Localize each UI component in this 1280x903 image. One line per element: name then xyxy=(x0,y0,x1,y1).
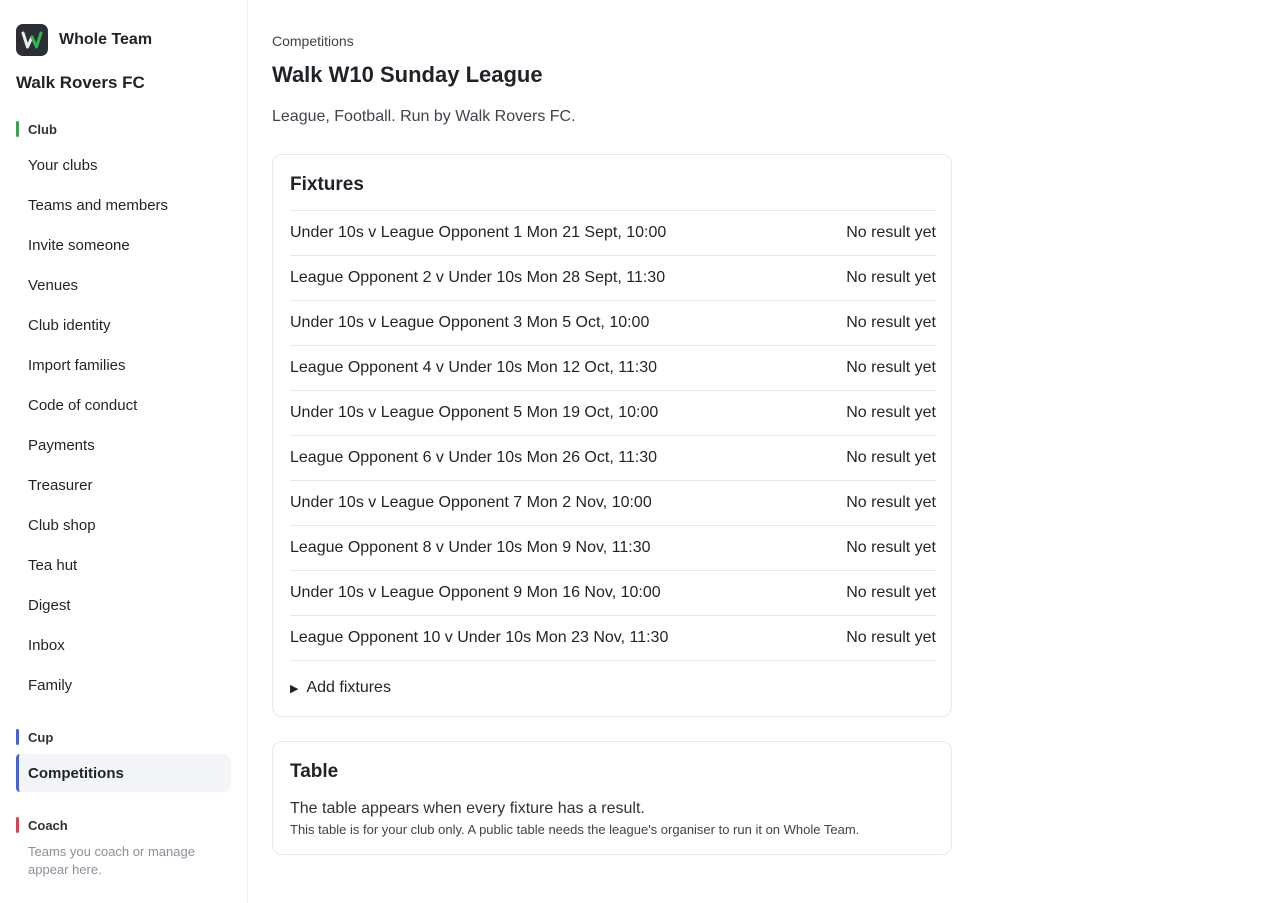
fixtures-heading: Fixtures xyxy=(290,174,364,195)
sidebar-item-competitions[interactable]: Competitions xyxy=(16,754,231,792)
sidebar-item-your-clubs[interactable]: Your clubs xyxy=(16,145,231,185)
sidebar-item-digest[interactable]: Digest xyxy=(16,585,231,625)
fixture-status: No result yet xyxy=(846,494,936,511)
fixture-status: No result yet xyxy=(846,269,936,286)
fixture-row: Under 10s v League Opponent 9 Mon 16 Nov… xyxy=(290,571,936,616)
club-name: Walk Rovers FC xyxy=(16,73,145,92)
sidebar-item-family[interactable]: Family xyxy=(16,665,231,705)
sidebar-item-treasurer[interactable]: Treasurer xyxy=(16,465,231,505)
fixture-match: Under 10s v League Opponent 5 Mon 19 Oct… xyxy=(290,404,659,421)
fixtures-card: Fixtures Under 10s v League Opponent 1 M… xyxy=(272,154,952,717)
breadcrumb[interactable]: Competitions xyxy=(272,33,354,49)
section-coach: Coach xyxy=(16,817,68,833)
section-club-label: Club xyxy=(28,121,57,137)
fixture-list: Under 10s v League Opponent 1 Mon 21 Sep… xyxy=(290,210,936,661)
fixture-row: Under 10s v League Opponent 3 Mon 5 Oct,… xyxy=(290,301,936,346)
table-note: This table is for your club only. A publ… xyxy=(290,822,860,837)
sidebar-item-invite-someone[interactable]: Invite someone xyxy=(16,225,231,265)
coach-empty-note: Teams you coach or manage appear here. xyxy=(28,844,195,877)
club-nav: Your clubs Teams and members Invite some… xyxy=(16,145,231,705)
page-subtitle: League, Football. Run by Walk Rovers FC. xyxy=(272,108,576,125)
fixture-match: Under 10s v League Opponent 7 Mon 2 Nov,… xyxy=(290,494,652,511)
league-table-card: Table The table appears when every fixtu… xyxy=(272,741,952,855)
fixture-match: League Opponent 4 v Under 10s Mon 12 Oct… xyxy=(290,359,658,376)
fixture-status: No result yet xyxy=(846,539,936,556)
fixture-status: No result yet xyxy=(846,404,936,421)
fixture-match: Under 10s v League Opponent 1 Mon 21 Sep… xyxy=(290,224,667,241)
add-fixtures-label: Add fixtures xyxy=(306,679,391,696)
fixture-row: League Opponent 6 v Under 10s Mon 26 Oct… xyxy=(290,436,936,481)
fixture-match: League Opponent 10 v Under 10s Mon 23 No… xyxy=(290,629,669,646)
sidebar-item-tea-hut[interactable]: Tea hut xyxy=(16,545,231,585)
sidebar-item-import-families[interactable]: Import families xyxy=(16,345,231,385)
fixture-status: No result yet xyxy=(846,629,936,646)
sidebar-item-club-identity[interactable]: Club identity xyxy=(16,305,231,345)
fixture-row: League Opponent 2 v Under 10s Mon 28 Sep… xyxy=(290,256,936,301)
whole-team-logo-icon xyxy=(16,24,48,56)
fixture-match: Under 10s v League Opponent 3 Mon 5 Oct,… xyxy=(290,314,650,331)
fixture-row: Under 10s v League Opponent 1 Mon 21 Sep… xyxy=(290,211,936,256)
sidebar-item-teams-and-members[interactable]: Teams and members xyxy=(16,185,231,225)
table-empty-message: The table appears when every fixture has… xyxy=(290,800,645,817)
fixture-row: League Opponent 10 v Under 10s Mon 23 No… xyxy=(290,616,936,661)
fixture-status: No result yet xyxy=(846,359,936,376)
sidebar-item-payments[interactable]: Payments xyxy=(16,425,231,465)
table-heading: Table xyxy=(290,761,339,782)
fixture-match: Under 10s v League Opponent 9 Mon 16 Nov… xyxy=(290,584,661,601)
sidebar-item-inbox[interactable]: Inbox xyxy=(16,625,231,665)
section-cup-label: Cup xyxy=(28,729,54,745)
section-club: Club xyxy=(16,121,57,137)
sidebar-item-venues[interactable]: Venues xyxy=(16,265,231,305)
add-fixtures-toggle[interactable]: ▶ Add fixtures xyxy=(290,679,391,697)
sidebar: Whole Team Walk Rovers FC Club Your club… xyxy=(0,0,248,903)
club-section-marker xyxy=(16,121,19,137)
fixture-status: No result yet xyxy=(846,449,936,466)
brand[interactable]: Whole Team xyxy=(16,24,152,56)
fixture-row: League Opponent 4 v Under 10s Mon 12 Oct… xyxy=(290,346,936,391)
sidebar-item-code-of-conduct[interactable]: Code of conduct xyxy=(16,385,231,425)
coach-section-marker xyxy=(16,817,19,833)
fixture-row: League Opponent 8 v Under 10s Mon 9 Nov,… xyxy=(290,526,936,571)
brand-name: Whole Team xyxy=(59,31,153,48)
sidebar-item-club-shop[interactable]: Club shop xyxy=(16,505,231,545)
section-cup: Cup xyxy=(16,729,53,745)
fixture-match: League Opponent 2 v Under 10s Mon 28 Sep… xyxy=(290,269,666,286)
fixture-row: Under 10s v League Opponent 5 Mon 19 Oct… xyxy=(290,391,936,436)
fixture-row: Under 10s v League Opponent 7 Mon 2 Nov,… xyxy=(290,481,936,526)
fixture-status: No result yet xyxy=(846,224,936,241)
section-coach-label: Coach xyxy=(28,817,68,833)
fixture-status: No result yet xyxy=(846,314,936,331)
fixture-match: League Opponent 8 v Under 10s Mon 9 Nov,… xyxy=(290,539,651,556)
fixture-status: No result yet xyxy=(846,584,936,601)
disclosure-triangle-icon: ▶ xyxy=(290,682,299,695)
fixture-match: League Opponent 6 v Under 10s Mon 26 Oct… xyxy=(290,449,658,466)
page-title: Walk W10 Sunday League xyxy=(272,62,543,87)
cup-section-marker xyxy=(16,729,19,745)
